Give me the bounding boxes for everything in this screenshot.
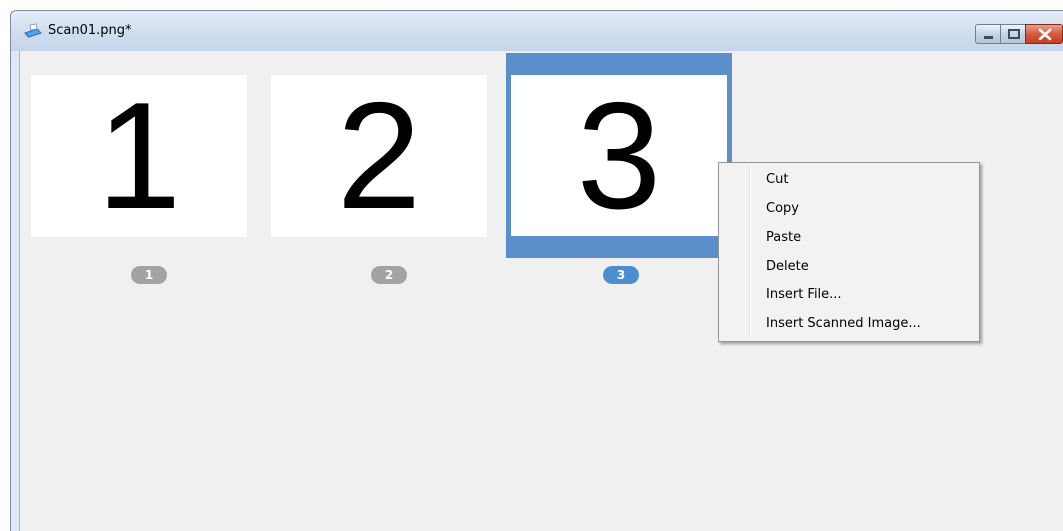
minimize-icon — [984, 36, 993, 39]
window-title: Scan01.png* — [48, 23, 132, 38]
menu-item-delete[interactable]: Delete — [721, 253, 977, 281]
menu-item-insert-scanned-image[interactable]: Insert Scanned Image... — [721, 310, 977, 338]
page-thumbnail-1[interactable]: 1 — [31, 75, 247, 237]
maximize-button[interactable] — [1000, 24, 1026, 44]
menu-item-copy[interactable]: Copy — [721, 195, 977, 223]
caption-buttons — [975, 24, 1063, 44]
menu-item-paste[interactable]: Paste — [721, 224, 977, 252]
page-number-badge-1: 1 — [131, 266, 167, 284]
page-thumbnail-2[interactable]: 2 — [271, 75, 487, 237]
page-content-3: 3 — [576, 70, 662, 241]
page-number-badge-2: 2 — [371, 266, 407, 284]
menu-item-cut[interactable]: Cut — [721, 166, 977, 194]
close-button[interactable] — [1025, 24, 1063, 44]
page-content-1: 1 — [96, 71, 182, 241]
context-menu: Cut Copy Paste Delete Insert File... Ins… — [718, 162, 980, 342]
minimize-button[interactable] — [975, 24, 1001, 44]
maximize-icon — [1008, 29, 1020, 39]
scanner-icon — [24, 23, 42, 38]
page-thumbnail-3[interactable]: 3 — [511, 75, 727, 236]
page-content-2: 2 — [336, 71, 422, 241]
close-icon — [1038, 28, 1052, 41]
title-bar[interactable]: Scan01.png* — [11, 11, 1063, 51]
page-number-badge-3: 3 — [603, 266, 639, 284]
menu-item-insert-file[interactable]: Insert File... — [721, 281, 977, 309]
